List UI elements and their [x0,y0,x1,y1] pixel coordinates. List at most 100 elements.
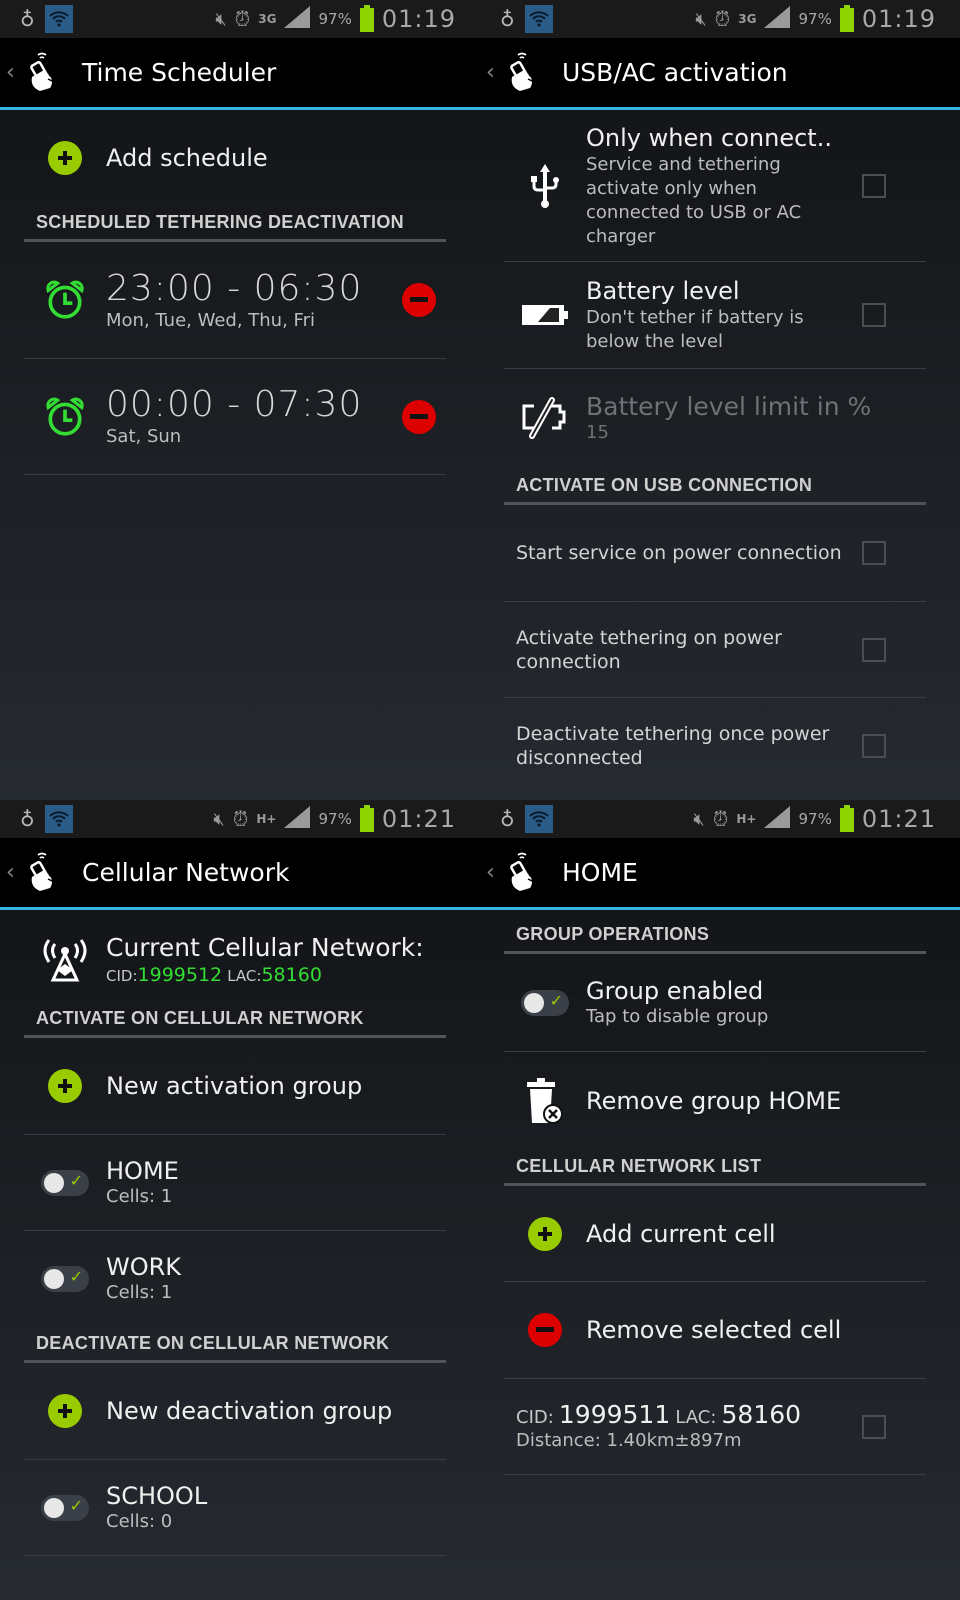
app-logo-icon[interactable] [24,51,64,95]
remove-selected-cell-label: Remove selected cell [586,1316,842,1344]
remove-selected-cell-button[interactable]: Remove selected cell [504,1282,926,1379]
battery-icon [359,5,374,32]
battery-limit-icon [522,397,566,439]
mute-vibrate-icon: 🔇︎ [215,8,227,30]
back-chevron-icon[interactable]: ‹ [6,60,20,85]
clock: 01:21 [861,805,936,833]
back-chevron-icon[interactable]: ‹ [486,60,500,85]
preference-title: Only when connect.. [586,123,832,152]
app-logo-icon[interactable] [504,851,544,895]
signal-icon [764,6,791,32]
new-activation-group-label: New activation group [106,1072,363,1100]
battery-level-checkbox[interactable] [862,303,886,327]
check-icon: ✓ [69,1170,83,1190]
status-bar: ♁ 🔇︎ ⏰︎ 3G 97% 01:19 [480,0,960,38]
cell-distance: Distance: 1.40km±897m [516,1430,742,1451]
action-bar: ‹ Time Scheduler [0,38,480,110]
app-logo-icon[interactable] [24,851,64,895]
group-cell-count: Cells: 0 [106,1510,173,1532]
status-bar: ♁ 🔇︎ ⏰︎ H+ 97% 01:21 [0,800,480,838]
add-current-cell-label: Add current cell [586,1219,776,1248]
cell-list-item[interactable]: CID: 1999511 LAC: 58160 Distance: 1.40km… [504,1379,926,1475]
activation-group-item[interactable]: ✓ HOME Cells: 1 [24,1135,446,1231]
preference-summary: Service and tethering activate only when… [586,153,802,247]
battery-icon [359,805,374,832]
group-enabled-toggle[interactable]: ✓ [521,989,569,1016]
network-type: H+ [736,811,757,826]
trash-remove-icon [527,1078,563,1124]
activate-tethering-option[interactable]: Activate tethering on power connection [504,602,926,698]
activate-tethering-checkbox[interactable] [862,637,886,662]
add-current-cell-button[interactable]: Add current cell [504,1186,926,1282]
cellular-network-screen: ♁ 🔇︎ ⏰︎ H+ 97% 01:21 ‹ Cellular Network [0,800,480,1600]
signal-icon [284,6,311,32]
deactivate-tethering-checkbox[interactable] [862,734,886,758]
cell-select-checkbox[interactable] [862,1414,886,1439]
deactivation-group-item[interactable]: ✓ SCHOOL Cells: 0 [24,1460,446,1556]
clock: 01:19 [861,5,936,33]
start-service-option[interactable]: Start service on power connection [504,505,926,602]
only-when-connected-checkbox[interactable] [862,173,886,198]
preference-summary: Don't tether if battery is below the lev… [586,307,804,352]
tether-notification-icon: ♁ [20,807,35,831]
group-cell-count: Cells: 1 [106,1282,173,1303]
alarm-clock-icon [45,280,85,319]
new-activation-group-button[interactable]: New activation group [24,1038,446,1135]
action-bar: ‹ USB/AC activation [480,38,960,110]
usb-icon [531,163,559,208]
new-deactivation-group-button[interactable]: New deactivation group [24,1363,446,1460]
battery-level-preference[interactable]: Battery level Don't tether if battery is… [504,262,926,369]
network-type: 3G [738,11,757,26]
page-title: Cellular Network [82,858,290,887]
group-enabled-preference[interactable]: ✓ Group enabled Tap to disable group [504,954,926,1052]
action-bar: ‹ Cellular Network [0,838,480,910]
preference-title: Group enabled [586,976,764,1005]
alarm-status-icon: ⏰︎ [712,807,729,831]
lac-value: 58160 [721,1400,802,1429]
battery-icon [839,5,854,32]
signal-icon [284,806,311,832]
tether-notification-icon: ♁ [500,7,515,31]
action-bar: ‹ HOME [480,838,960,910]
remove-schedule-icon[interactable] [402,283,436,317]
cid-value: 1999512 [137,963,223,986]
group-enabled-toggle[interactable]: ✓ [41,1494,89,1521]
cell-tower-icon [43,939,87,982]
battery-limit-preference[interactable]: Battery level limit in % 15 [504,369,926,467]
section-header: ACTIVATE ON CELLULAR NETWORK [24,1008,446,1038]
activation-group-item[interactable]: ✓ WORK Cells: 1 [24,1231,446,1327]
add-schedule-label: Add schedule [106,144,268,172]
section-header: GROUP OPERATIONS [504,924,926,954]
clock: 01:19 [381,5,456,33]
preference-title: Battery level limit in % [586,391,872,421]
only-when-connected-preference[interactable]: Only when connect.. Service and tetherin… [504,110,926,262]
remove-schedule-icon[interactable] [402,399,436,434]
group-enabled-toggle[interactable]: ✓ [41,1169,89,1196]
schedule-item[interactable]: 00:00 - 07:30 Sat, Sun [24,359,446,475]
option-label: Start service on power connection [516,542,842,564]
lac-label: LAC: [227,966,262,985]
current-network-info: Current Cellular Network: CID:1999512 LA… [24,910,446,1008]
back-chevron-icon[interactable]: ‹ [6,860,20,885]
mute-vibrate-icon: 🔇︎ [693,808,705,830]
schedule-days: Sat, Sun [106,426,182,447]
battery-percent: 97% [798,810,832,828]
add-icon [48,1069,82,1103]
app-logo-icon[interactable] [504,51,544,95]
check-icon: ✓ [549,990,563,1010]
schedule-item[interactable]: 23:00 - 06:30 Mon, Tue, Wed, Thu, Fri [24,242,446,359]
alarm-status-icon: ⏰︎ [234,7,251,31]
battery-percent: 97% [318,810,352,828]
network-type: 3G [258,11,277,26]
clock: 01:21 [381,805,456,833]
remove-icon [528,1313,562,1347]
deactivate-tethering-option[interactable]: Deactivate tethering once power disconne… [504,698,926,794]
back-chevron-icon[interactable]: ‹ [486,860,500,885]
check-icon: ✓ [69,1267,83,1286]
start-service-checkbox[interactable] [862,541,886,565]
group-enabled-toggle[interactable]: ✓ [41,1266,89,1292]
remove-group-button[interactable]: Remove group HOME [504,1052,926,1150]
time-scheduler-screen: ♁ 🔇︎ ⏰︎ 3G 97% 01:19 ‹ Time Scheduler Ad… [0,0,480,800]
add-schedule-button[interactable]: Add schedule [24,110,446,206]
group-name: HOME [106,1156,179,1185]
